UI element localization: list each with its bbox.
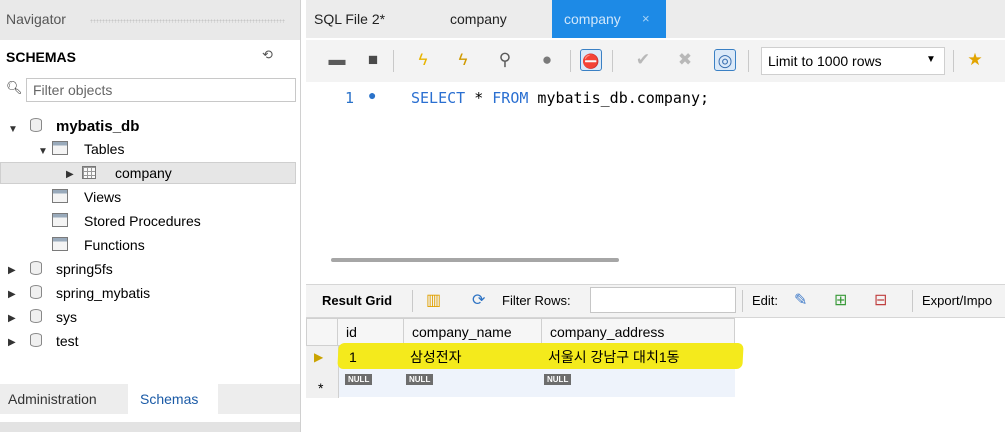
column-header-company-address[interactable]: company_address — [542, 318, 735, 346]
tree-item-test[interactable]: test — [56, 330, 79, 352]
tab-schemas[interactable]: Schemas — [128, 384, 218, 414]
tree-item-company[interactable]: company — [115, 162, 172, 184]
chevron-down-icon: ▼ — [926, 54, 936, 65]
toolbar-separator — [412, 290, 413, 312]
tab-administration[interactable]: Administration — [0, 384, 125, 414]
tree-item-spring-mybatis[interactable]: spring_mybatis — [56, 282, 150, 304]
tree-item-functions[interactable]: Functions — [84, 234, 145, 256]
sql-editor[interactable] — [306, 82, 1005, 282]
keyword-select: SELECT — [411, 89, 466, 107]
current-row-arrow-icon: ▶ — [314, 350, 324, 364]
toolbar-separator — [953, 50, 954, 72]
stop-on-error-icon[interactable]: ⛔ — [580, 49, 602, 71]
commit-icon[interactable]: ✔ — [632, 49, 654, 71]
functions-folder-icon — [52, 237, 68, 251]
cell-id[interactable]: 1 — [343, 346, 403, 368]
add-row-icon[interactable]: ⊞ — [834, 290, 847, 310]
tab-sql-file-2[interactable]: SQL File 2* — [306, 0, 416, 38]
execute-current-icon[interactable]: ϟ — [452, 49, 474, 71]
edit-row-icon[interactable]: ✎ — [794, 290, 807, 310]
search-icon: 🔍︎ — [6, 80, 23, 95]
toolbar-separator — [742, 290, 743, 312]
form-view-icon[interactable]: ▥ — [426, 290, 441, 310]
line-number: 1 — [345, 89, 355, 107]
line-marker-icon: ● — [368, 87, 377, 103]
tab-company[interactable]: company — [430, 0, 540, 38]
filter-rows-label: Filter Rows: — [502, 293, 571, 308]
expand-caret-icon[interactable]: ▼ — [38, 146, 48, 157]
code-table-ref: mybatis_db.company; — [528, 89, 710, 107]
database-icon — [30, 285, 42, 299]
expand-caret-icon[interactable]: ▶ — [8, 313, 16, 324]
limit-rows-select[interactable]: Limit to 1000 rows ▼ — [761, 47, 945, 75]
tree-item-stored-procedures[interactable]: Stored Procedures — [84, 210, 201, 232]
information-panel-header — [0, 422, 300, 432]
tree-item-views[interactable]: Views — [84, 186, 121, 208]
views-folder-icon — [52, 189, 68, 203]
toolbar-separator — [393, 50, 394, 72]
navigator-title: Navigator — [6, 11, 66, 27]
tree-item-tables[interactable]: Tables — [84, 138, 124, 160]
toolbar-separator — [912, 290, 913, 312]
sql-code-line[interactable]: SELECT * FROM mybatis_db.company; — [411, 89, 709, 107]
rollback-icon[interactable]: ✖ — [674, 49, 696, 71]
procedures-folder-icon — [52, 213, 68, 227]
expand-caret-icon[interactable]: ▶ — [8, 289, 16, 300]
close-tab-icon[interactable]: × — [642, 11, 650, 26]
refresh-rows-icon[interactable]: ⟳ — [472, 290, 485, 310]
expand-caret-icon[interactable]: ▶ — [66, 169, 74, 180]
table-icon — [82, 166, 96, 179]
tree-item-sys[interactable]: sys — [56, 306, 77, 328]
editor-scrollbar[interactable] — [331, 258, 619, 262]
navigator-drag-handle[interactable] — [90, 19, 285, 23]
toolbar-separator — [612, 50, 613, 72]
cell-company-name[interactable]: 삼성전자 — [404, 346, 542, 368]
new-row-marker: * — [318, 380, 324, 396]
keyword-from: FROM — [492, 89, 529, 107]
expand-caret-icon[interactable]: ▼ — [8, 124, 18, 135]
database-icon — [30, 261, 42, 275]
beautify-star-icon[interactable]: ★ — [964, 49, 986, 71]
column-header-id[interactable]: id — [338, 318, 404, 346]
database-icon — [30, 333, 42, 347]
schemas-heading: SCHEMAS — [6, 49, 77, 65]
filter-placeholder: Filter objects — [33, 82, 113, 98]
database-icon — [30, 118, 42, 132]
tree-item-spring5fs[interactable]: spring5fs — [56, 258, 113, 280]
expand-caret-icon[interactable]: ▶ — [8, 265, 16, 276]
open-folder-icon[interactable]: ▬ — [326, 49, 348, 71]
expand-caret-icon[interactable]: ▶ — [8, 337, 16, 348]
limit-rows-value: Limit to 1000 rows — [768, 53, 882, 69]
autocommit-toggle-icon[interactable]: ◎ — [714, 49, 736, 71]
execute-lightning-icon[interactable]: ϟ — [412, 49, 434, 71]
tree-item-mybatis-db[interactable]: mybatis_db — [56, 116, 139, 138]
column-header-company-name[interactable]: company_name — [404, 318, 542, 346]
export-import-label[interactable]: Export/Impo — [922, 293, 992, 308]
toolbar-separator — [748, 50, 749, 72]
tables-folder-icon — [52, 141, 68, 155]
edit-label: Edit: — [752, 293, 779, 308]
database-icon — [30, 309, 42, 323]
delete-row-icon[interactable]: ⊟ — [874, 290, 887, 310]
result-grid-label: Result Grid — [322, 293, 393, 308]
refresh-icon[interactable]: ⟲ — [262, 47, 276, 62]
explain-magnifier-icon[interactable]: ⚲ — [494, 49, 516, 71]
filter-rows-input[interactable] — [590, 287, 736, 313]
cell-company-address[interactable]: 서울시 강남구 대치1동 — [542, 346, 735, 368]
code-star: * — [465, 89, 493, 107]
filter-objects-input[interactable]: Filter objects — [26, 78, 296, 102]
toolbar-separator — [570, 50, 571, 72]
null-badge[interactable]: NULL — [544, 374, 572, 385]
stop-icon[interactable]: ● — [536, 49, 558, 71]
null-badge[interactable]: NULL — [406, 374, 434, 385]
save-icon[interactable]: ■ — [362, 49, 384, 71]
row-header-corner — [306, 318, 338, 346]
null-badge[interactable]: NULL — [345, 374, 373, 385]
